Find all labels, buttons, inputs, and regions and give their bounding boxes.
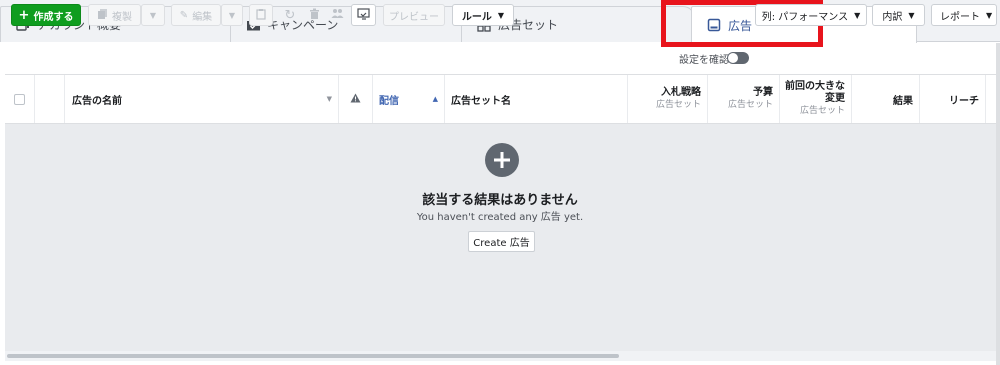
edit-dropdown-button[interactable]: ▼ — [221, 4, 243, 26]
edit-button-label: 編集 — [192, 11, 213, 23]
pencil-icon: ✎ — [179, 9, 189, 21]
ad-icon — [706, 17, 722, 33]
vertical-scrollbar[interactable] — [996, 43, 1000, 365]
caret-down-icon: ▼ — [149, 10, 157, 20]
column-header-results[interactable]: 結果 — [852, 75, 920, 123]
caret-down-icon: ▼ — [854, 10, 861, 20]
rules-label: ルール — [461, 11, 492, 23]
empty-state-title: 該当する結果はありません — [422, 193, 578, 208]
plus-icon: + — [18, 7, 30, 23]
toggle-column-header — [35, 75, 65, 123]
table-header: 広告の名前 ▼ 配信 ▲ 広告セット名 入札戦略 広告セット 予算 広告セット … — [5, 74, 996, 124]
column-header-budget-sub: 広告セット — [727, 100, 773, 110]
ab-test-button[interactable] — [249, 4, 273, 26]
rules-dropdown[interactable]: ルール ▼ — [452, 4, 514, 26]
select-all-cell[interactable] — [5, 75, 35, 123]
people-icon — [331, 8, 344, 23]
duplicate-button[interactable]: 複製 — [88, 4, 141, 26]
sort-caret-icon: ▼ — [326, 95, 332, 103]
edit-button[interactable]: ✎ 編集 — [171, 4, 221, 26]
create-button-label: 作成する — [33, 11, 74, 23]
delete-button[interactable] — [303, 4, 325, 26]
caret-down-icon: ▼ — [908, 10, 915, 20]
column-header-ad-set-name[interactable]: 広告セット名 — [445, 75, 628, 123]
column-header-ad-set-name-label: 広告セット名 — [451, 95, 511, 107]
duplicate-dropdown-button[interactable]: ▼ — [141, 4, 165, 26]
create-button[interactable]: + 作成する — [11, 4, 81, 26]
columns-dropdown[interactable]: 列: パフォーマンス ▼ — [755, 4, 867, 26]
caret-down-icon: ▼ — [497, 10, 505, 20]
warning-icon — [350, 93, 361, 106]
caret-down-icon: ▼ — [986, 10, 993, 20]
refresh-icon: ↻ — [284, 7, 296, 23]
create-ad-button[interactable]: Create 広告 — [468, 231, 535, 252]
column-header-bid-strategy[interactable]: 入札戦略 広告セット — [628, 75, 708, 123]
share-arrow-icon — [357, 7, 370, 23]
caret-down-icon: ▼ — [228, 10, 236, 20]
reports-label: レポート — [940, 11, 980, 23]
share-button[interactable] — [351, 4, 376, 26]
sort-ascending-icon: ▲ — [432, 95, 438, 103]
column-header-last-edit-sub: 広告セット — [799, 106, 845, 116]
preview-button[interactable]: プレビュー — [383, 4, 445, 26]
preview-button-label: プレビュー — [389, 11, 439, 23]
audience-button[interactable] — [326, 4, 348, 26]
view-settings-label: 設定を確認 — [679, 55, 729, 66]
column-header-reach[interactable]: リーチ — [920, 75, 986, 123]
reports-dropdown[interactable]: レポート ▼ — [931, 4, 997, 26]
column-header-budget-label: 予算 — [753, 87, 773, 98]
horizontal-scrollbar[interactable] — [5, 351, 996, 361]
column-header-ad-name-label: 広告の名前 — [72, 95, 122, 107]
add-circle-icon — [485, 143, 519, 177]
column-header-last-edit-line1: 前回の大きな — [785, 81, 845, 92]
column-header-last-edit-line2: 変更 — [825, 93, 845, 104]
breakdown-dropdown[interactable]: 内訳 ▼ — [872, 4, 925, 26]
duplicate-button-label: 複製 — [112, 11, 132, 23]
column-header-delivery-label: 配信 — [379, 95, 399, 107]
view-settings-toggle[interactable] — [727, 52, 749, 64]
column-header-results-label: 結果 — [893, 95, 913, 107]
column-header-delivery[interactable]: 配信 ▲ — [373, 75, 445, 123]
columns-label: 列: パフォーマンス — [761, 11, 849, 23]
empty-state-subtitle: You haven't created any 広告 yet. — [416, 212, 584, 223]
tab-ads-label: 広告 — [728, 18, 753, 33]
column-header-bid-strategy-sub: 広告セット — [655, 100, 701, 110]
column-header-reach-label: リーチ — [949, 95, 979, 107]
breakdown-label: 内訳 — [882, 11, 903, 23]
column-header-ad-name[interactable]: 広告の名前 ▼ — [65, 75, 339, 123]
column-header-last-significant-edit[interactable]: 前回の大きな 変更 広告セット — [780, 75, 852, 123]
clipboard-icon — [256, 8, 266, 23]
column-header-bid-strategy-label: 入札戦略 — [661, 87, 701, 98]
horizontal-scrollbar-thumb[interactable] — [7, 354, 619, 358]
trash-icon — [309, 8, 320, 23]
column-header-budget[interactable]: 予算 広告セット — [708, 75, 780, 123]
duplicate-icon — [97, 8, 108, 23]
column-header-warning[interactable] — [339, 75, 373, 123]
select-all-checkbox[interactable] — [14, 93, 25, 105]
undo-button[interactable]: ↻ — [279, 4, 301, 26]
